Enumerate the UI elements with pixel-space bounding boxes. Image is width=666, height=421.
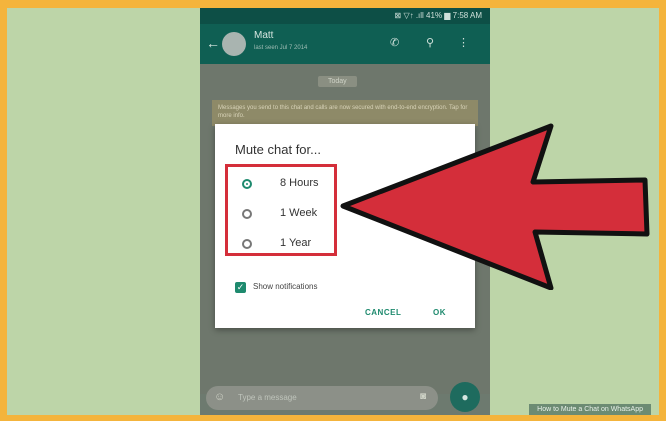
- arrow-shape: [340, 123, 650, 290]
- contact-name[interactable]: Matt: [254, 30, 273, 41]
- pointer-arrow-icon: [340, 123, 650, 290]
- radio-checked-icon[interactable]: [242, 179, 252, 189]
- message-input[interactable]: Type a message: [238, 393, 297, 402]
- attach-icon[interactable]: ⚲: [426, 36, 434, 49]
- more-icon[interactable]: ⋮: [458, 36, 469, 49]
- cancel-button[interactable]: CANCEL: [365, 308, 401, 317]
- mute-options-highlight: 8 Hours 1 Week 1 Year: [225, 164, 337, 256]
- call-icon[interactable]: ✆: [390, 36, 399, 49]
- last-seen: last seen Jul 7 2014: [254, 45, 308, 51]
- show-notifications-label: Show notifications: [253, 282, 318, 291]
- chat-app-bar: ← Matt last seen Jul 7 2014 ✆ ⚲ ⋮: [200, 24, 490, 64]
- mic-button[interactable]: ●: [450, 382, 480, 412]
- show-notifications-checkbox[interactable]: ✓: [235, 282, 246, 293]
- status-bar: ⊠ ▽↑ .ıll 41% ▆ 7:58 AM: [200, 8, 490, 24]
- option-label: 8 Hours: [280, 177, 319, 189]
- avatar[interactable]: [222, 32, 246, 56]
- dialog-title: Mute chat for...: [235, 142, 321, 157]
- date-pill: Today: [318, 76, 357, 87]
- ok-button[interactable]: OK: [433, 308, 446, 317]
- radio-unchecked-icon[interactable]: [242, 209, 252, 219]
- back-arrow-icon[interactable]: ←: [206, 35, 220, 51]
- option-label: 1 Week: [280, 207, 318, 219]
- watermark: How to Mute a Chat on WhatsApp: [529, 404, 651, 415]
- radio-unchecked-icon[interactable]: [242, 239, 252, 249]
- tutorial-canvas: ⊠ ▽↑ .ıll 41% ▆ 7:58 AM ← Matt last seen…: [7, 8, 659, 415]
- emoji-icon[interactable]: ☺: [214, 391, 225, 403]
- option-label: 1 Year: [280, 237, 312, 249]
- camera-icon[interactable]: ◙: [420, 391, 426, 402]
- message-composer[interactable]: ☺ Type a message ◙: [206, 386, 438, 410]
